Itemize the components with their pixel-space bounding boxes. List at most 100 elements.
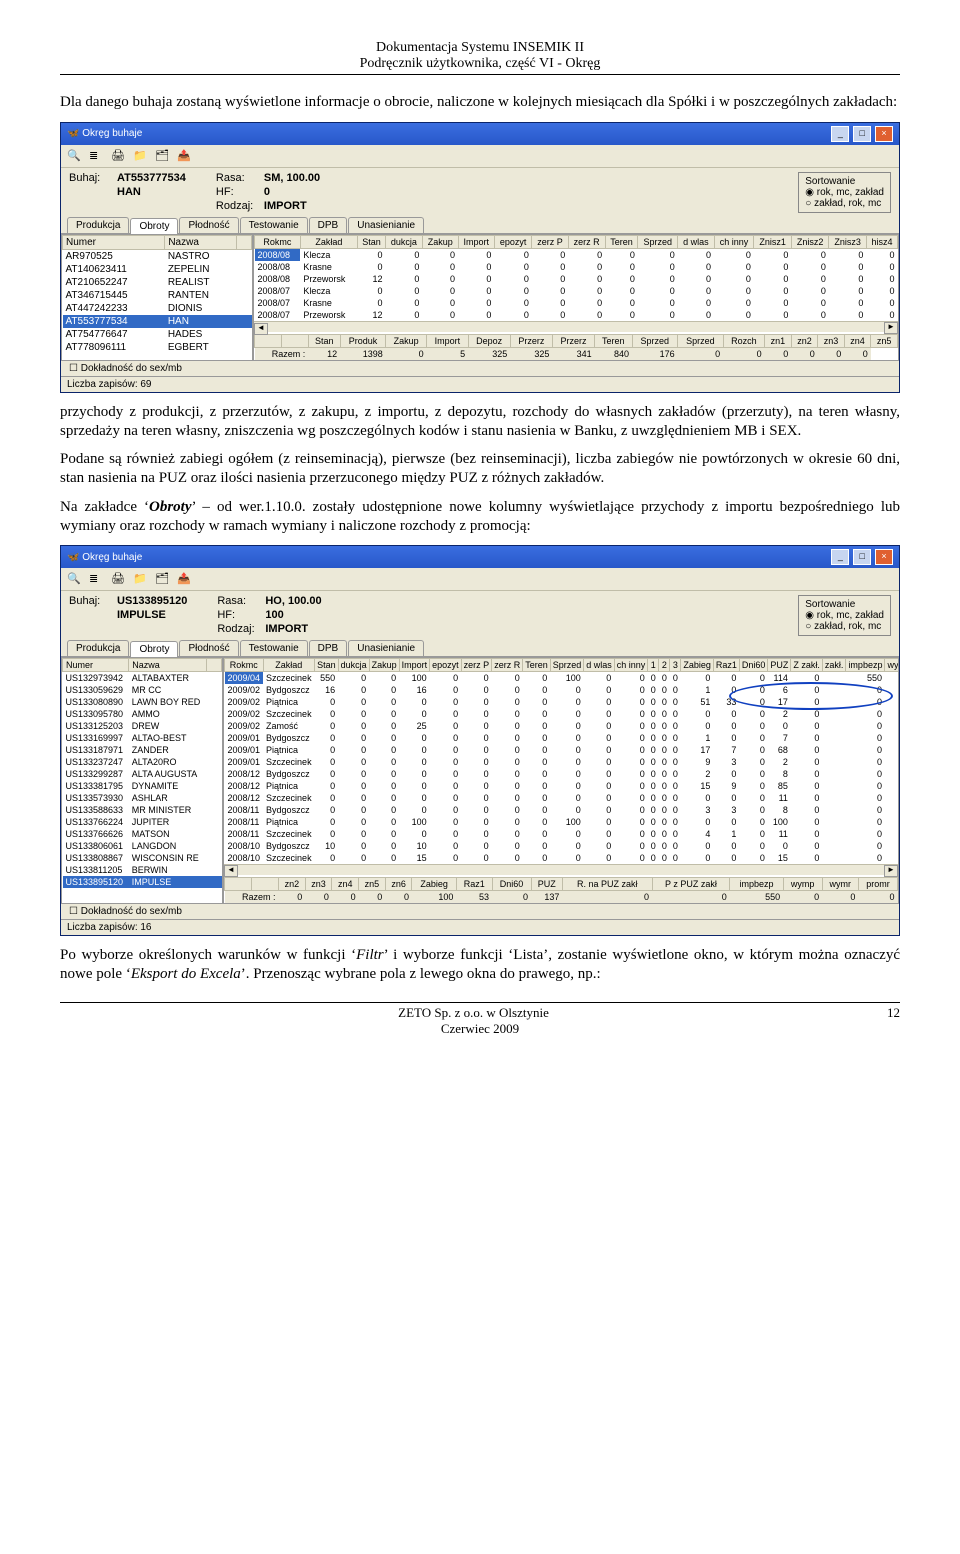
scroll-left-icon[interactable]: ◄ — [224, 865, 238, 877]
col-header[interactable]: epozyt — [494, 235, 532, 248]
list-item[interactable]: AT140623411ZEPELIN — [63, 263, 252, 276]
col-header[interactable]: Nazwa — [165, 235, 237, 249]
col-header[interactable]: Stan — [315, 659, 339, 672]
list-item[interactable]: AT447242233DIONIS — [63, 302, 252, 315]
col-header[interactable]: impbezp — [846, 659, 885, 672]
table-row[interactable]: 2008/07Przeworsk1200000000000000 — [255, 309, 898, 321]
col-header[interactable]: zerz P — [461, 659, 492, 672]
table-row[interactable]: 2008/08Przeworsk1200000000000000 — [255, 273, 898, 285]
table-row[interactable]: 2009/02Szczecinek00000000000000000200000 — [225, 708, 900, 720]
col-header[interactable]: Z zakł. — [791, 659, 823, 672]
tab-unasienianie[interactable]: Unasienianie — [348, 217, 424, 233]
list-item[interactable]: US133588633MR MINISTER — [63, 804, 222, 816]
col-header[interactable]: d wlas — [584, 659, 615, 672]
table-row[interactable]: 2008/10Bydgoszcz100010000000000000000000… — [225, 840, 900, 852]
list-item[interactable]: US133811205BERWIN — [63, 864, 222, 876]
col-header[interactable]: Znisz1 — [754, 235, 792, 248]
tab-testowanie[interactable]: Testowanie — [240, 640, 308, 656]
col-header[interactable]: Zakład — [300, 235, 357, 248]
table-row[interactable]: 2009/04Szczecinek55000100000010000000000… — [225, 672, 900, 685]
col-header[interactable]: Sprzed — [638, 235, 678, 248]
list-item[interactable]: AT346715445RANTEN — [63, 289, 252, 302]
col-header[interactable]: Zabieg — [681, 659, 714, 672]
table-row[interactable]: 2009/01Szczecinek00000000000000930200000 — [225, 756, 900, 768]
scroll-right-icon[interactable]: ► — [884, 322, 898, 334]
col-header[interactable]: zerz R — [492, 659, 523, 672]
col-header[interactable]: 1 — [648, 659, 659, 672]
col-header[interactable]: ch inny — [714, 235, 754, 248]
table-row[interactable]: 2009/01Bydgoszcz00000000000000100700000 — [225, 732, 900, 744]
minimize-button[interactable]: _ — [831, 549, 849, 565]
table-row[interactable]: 2008/11Piątnica0001000000100000000001000… — [225, 816, 900, 828]
col-header[interactable]: zakł. — [822, 659, 846, 672]
col-header[interactable]: Nazwa — [129, 659, 207, 672]
radio-sort-1[interactable]: ◉ — [805, 187, 814, 198]
list-item[interactable]: US133573930ASHLAR — [63, 792, 222, 804]
tab-testowanie[interactable]: Testowanie — [240, 217, 308, 233]
folder-icon[interactable]: 📁 — [133, 572, 147, 586]
table-row[interactable]: 2009/01Piątnica0000000000000017706800000 — [225, 744, 900, 756]
search-icon[interactable]: 🔍 — [67, 572, 81, 586]
list-item[interactable]: US133095780AMMO — [63, 708, 222, 720]
tab-płodność[interactable]: Płodność — [179, 217, 238, 233]
close-button[interactable]: × — [875, 126, 893, 142]
print-icon[interactable]: 🖨 — [111, 149, 125, 163]
radio-sort-2[interactable]: ○ — [805, 198, 811, 209]
search-icon[interactable]: 🔍 — [67, 149, 81, 163]
col-header[interactable]: Numer — [63, 235, 165, 249]
tab-obroty[interactable]: Obroty — [130, 218, 178, 234]
col-header[interactable]: dukcja — [385, 235, 422, 248]
col-header[interactable]: Znisz3 — [829, 235, 867, 248]
col-header[interactable]: epozyt — [430, 659, 462, 672]
col-header[interactable]: Dni60 — [739, 659, 768, 672]
radio-sort-2[interactable]: ○ — [805, 621, 811, 632]
list-item[interactable]: US133895120IMPULSE — [63, 876, 222, 888]
table-row[interactable]: 2008/07Klecza000000000000000 — [255, 285, 898, 297]
export-icon[interactable]: 📤 — [177, 572, 191, 586]
list-item[interactable]: US133806061LANGDON — [63, 840, 222, 852]
table-row[interactable]: 2008/10Szczecinek00015000000000000015000… — [225, 852, 900, 864]
list-item[interactable]: US133299287ALTA AUGUSTA — [63, 768, 222, 780]
table-row[interactable]: 2008/12Szczecinek00000000000000000110000… — [225, 792, 900, 804]
list-item[interactable]: US133766626MATSON — [63, 828, 222, 840]
folder-color-icon[interactable]: 🗂 — [155, 149, 169, 163]
checkbox-doklad[interactable]: ☐ — [69, 363, 78, 374]
list-item[interactable]: US133059629MR CC — [63, 684, 222, 696]
export-icon[interactable]: 📤 — [177, 149, 191, 163]
col-header[interactable]: 3 — [670, 659, 681, 672]
close-button[interactable]: × — [875, 549, 893, 565]
list-item[interactable]: US133125203DREW — [63, 720, 222, 732]
col-header[interactable]: wymp — [885, 659, 899, 672]
col-header[interactable]: Numer — [63, 659, 129, 672]
list-item[interactable]: AT553777534HAN — [63, 315, 252, 328]
tab-unasienianie[interactable]: Unasienianie — [348, 640, 424, 656]
folder-icon[interactable]: 📁 — [133, 149, 147, 163]
table-row[interactable]: 2009/02Zamość000250000000000000000000 — [225, 720, 900, 732]
col-header[interactable]: Zakup — [422, 235, 458, 248]
col-header[interactable]: Znisz2 — [791, 235, 829, 248]
list-item[interactable]: AT210652247REALIST — [63, 276, 252, 289]
tab-dpb[interactable]: DPB — [309, 640, 348, 656]
table-row[interactable]: 2008/08Krasne000000000000000 — [255, 261, 898, 273]
list-item[interactable]: AT778096111EGBERT — [63, 341, 252, 354]
col-header[interactable]: zerz R — [568, 235, 605, 248]
tab-obroty[interactable]: Obroty — [130, 641, 178, 657]
table-row[interactable]: 2008/12Bydgoszcz00000000000000200800000 — [225, 768, 900, 780]
col-header[interactable]: d wlas — [678, 235, 714, 248]
col-header[interactable]: Import — [399, 659, 430, 672]
table-row[interactable]: 2009/02Piątnica0000000000000051330170000… — [225, 696, 900, 708]
bars-icon[interactable]: ≣ — [89, 149, 103, 163]
col-header[interactable]: PUZ — [768, 659, 791, 672]
maximize-button[interactable]: □ — [853, 549, 871, 565]
col-header[interactable]: Zakład — [263, 659, 315, 672]
tab-płodność[interactable]: Płodność — [179, 640, 238, 656]
maximize-button[interactable]: □ — [853, 126, 871, 142]
scroll-right-icon[interactable]: ► — [884, 865, 898, 877]
minimize-button[interactable]: _ — [831, 126, 849, 142]
col-header[interactable]: Rokmc — [225, 659, 264, 672]
radio-sort-1[interactable]: ◉ — [805, 610, 814, 621]
col-header[interactable]: dukcja — [338, 659, 369, 672]
col-header[interactable]: ch inny — [614, 659, 648, 672]
col-header[interactable]: zerz P — [532, 235, 568, 248]
bars-icon[interactable]: ≣ — [89, 572, 103, 586]
